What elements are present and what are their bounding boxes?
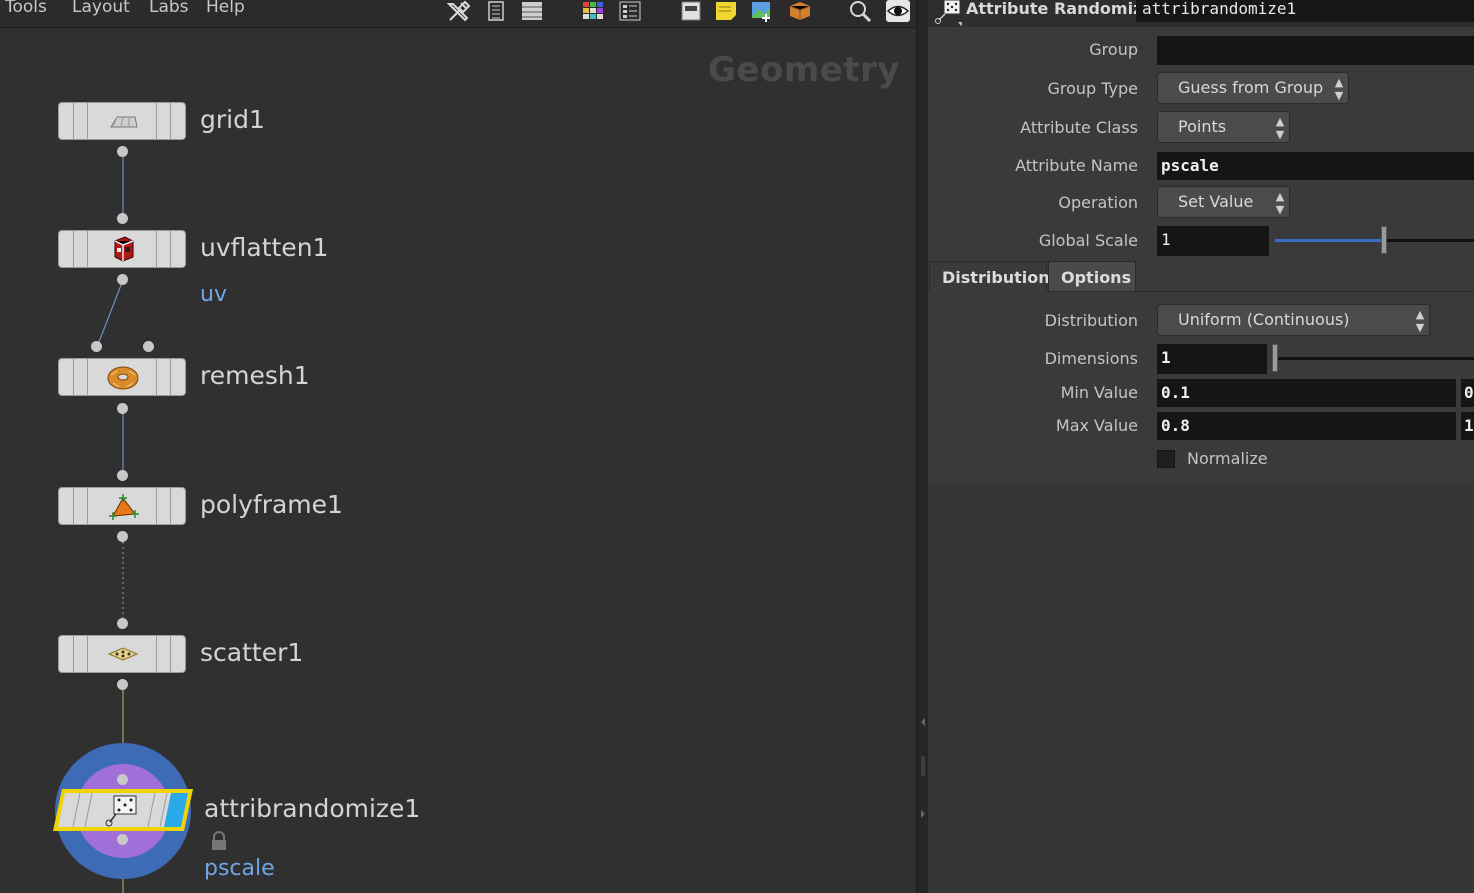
- dimensions-slider-handle[interactable]: [1272, 344, 1278, 372]
- updown-arrow-icon: ▲ ▼: [1275, 190, 1285, 216]
- dimensions-label: Dimensions: [1044, 349, 1138, 368]
- group-type-menu[interactable]: Guess from Group ▲ ▼: [1157, 72, 1349, 104]
- node-uvflatten1[interactable]: [58, 230, 186, 268]
- input-connector[interactable]: [143, 341, 154, 352]
- group-type-value: Guess from Group: [1178, 78, 1324, 97]
- min-value-field[interactable]: 0.1: [1157, 379, 1456, 407]
- distribution-menu[interactable]: Uniform (Continuous) ▲ ▼: [1157, 304, 1430, 336]
- tab-distribution[interactable]: Distribution: [929, 261, 1050, 292]
- min-value-field-2[interactable]: 0: [1461, 379, 1474, 407]
- parameter-editor: Attribute Randomize attribrandomize1 Gro…: [928, 0, 1474, 893]
- max-value-field[interactable]: 0.8: [1157, 412, 1456, 440]
- node-polyframe1[interactable]: [58, 487, 186, 525]
- node-grid1[interactable]: [58, 102, 186, 140]
- output-connector[interactable]: [117, 274, 128, 285]
- output-connector[interactable]: [117, 834, 128, 845]
- dice-icon[interactable]: [934, 0, 962, 26]
- output-connector[interactable]: [117, 146, 128, 157]
- input-connector[interactable]: [117, 774, 128, 785]
- updown-arrow-icon: ▲ ▼: [1275, 115, 1285, 141]
- node-name-scatter1[interactable]: scatter1: [200, 638, 303, 667]
- global-scale-slider-fill: [1275, 239, 1383, 242]
- min-value-label: Min Value: [1060, 383, 1138, 402]
- lock-icon: [212, 831, 226, 850]
- normalize-label: Normalize: [1187, 449, 1268, 468]
- network-editor[interactable]: Tools Layout Labs Help Geometry grid1 uv…: [0, 0, 916, 893]
- input-connector[interactable]: [91, 341, 102, 352]
- dimensions-slider-track[interactable]: [1278, 357, 1474, 360]
- global-scale-field[interactable]: 1: [1157, 226, 1269, 256]
- operation-value: Set Value: [1178, 192, 1254, 211]
- output-connector[interactable]: [117, 403, 128, 414]
- operation-menu[interactable]: Set Value ▲ ▼: [1157, 186, 1290, 218]
- operation-label: Operation: [1058, 193, 1138, 212]
- tab-options[interactable]: Options: [1048, 261, 1136, 292]
- group-label: Group: [1089, 40, 1138, 59]
- grid-plane-icon: [110, 116, 138, 128]
- updown-arrow-icon: ▲ ▼: [1334, 76, 1344, 102]
- group-type-label: Group Type: [1047, 79, 1138, 98]
- node-scatter1[interactable]: [58, 635, 186, 673]
- normalize-checkbox[interactable]: [1157, 450, 1175, 468]
- attribute-class-label: Attribute Class: [1020, 118, 1138, 137]
- input-connector[interactable]: [117, 213, 128, 224]
- scatter-icon: [107, 647, 139, 661]
- node-flag-uv: uv: [200, 282, 227, 307]
- output-connector[interactable]: [117, 679, 128, 690]
- max-value-field-2[interactable]: 1: [1461, 412, 1474, 440]
- distribution-value: Uniform (Continuous): [1178, 310, 1350, 329]
- global-scale-slider-handle[interactable]: [1381, 226, 1387, 254]
- remesh-donut-icon: [107, 366, 139, 390]
- node-name-polyframe1[interactable]: polyframe1: [200, 490, 343, 519]
- node-name-grid1[interactable]: grid1: [200, 105, 265, 134]
- attribute-name-field[interactable]: pscale: [1157, 152, 1474, 180]
- group-field[interactable]: [1157, 36, 1474, 65]
- collapse-arrows-icon[interactable]: [919, 716, 927, 820]
- attribute-class-menu[interactable]: Points ▲ ▼: [1157, 111, 1290, 143]
- node-name-attribrandomize1[interactable]: attribrandomize1: [204, 794, 420, 823]
- node-attribrandomize1[interactable]: [50, 786, 196, 834]
- node-remesh1[interactable]: [58, 358, 186, 396]
- parameter-header: Attribute Randomize attribrandomize1: [928, 0, 1474, 27]
- node-name-uvflatten1[interactable]: uvflatten1: [200, 233, 328, 262]
- global-scale-label: Global Scale: [1038, 231, 1138, 250]
- distribution-label: Distribution: [1044, 311, 1138, 330]
- node-name-remesh1[interactable]: remesh1: [200, 361, 310, 390]
- output-connector[interactable]: [117, 531, 128, 542]
- input-connector[interactable]: [117, 618, 128, 629]
- max-value-label: Max Value: [1055, 416, 1138, 435]
- global-scale-slider-track[interactable]: [1387, 239, 1474, 242]
- node-type-label: Attribute Randomize: [966, 0, 1154, 18]
- uvflatten-icon: [114, 236, 134, 262]
- input-connector[interactable]: [117, 470, 128, 481]
- attribute-name-label: Attribute Name: [1015, 156, 1138, 175]
- node-flag-pscale: pscale: [204, 856, 275, 881]
- polyframe-icon: [109, 494, 139, 520]
- attribute-class-value: Points: [1178, 117, 1227, 136]
- dimensions-field[interactable]: 1: [1157, 344, 1267, 374]
- empty-area: [928, 485, 1474, 893]
- updown-arrow-icon: ▲ ▼: [1415, 308, 1425, 334]
- node-name-field[interactable]: attribrandomize1: [1136, 0, 1474, 22]
